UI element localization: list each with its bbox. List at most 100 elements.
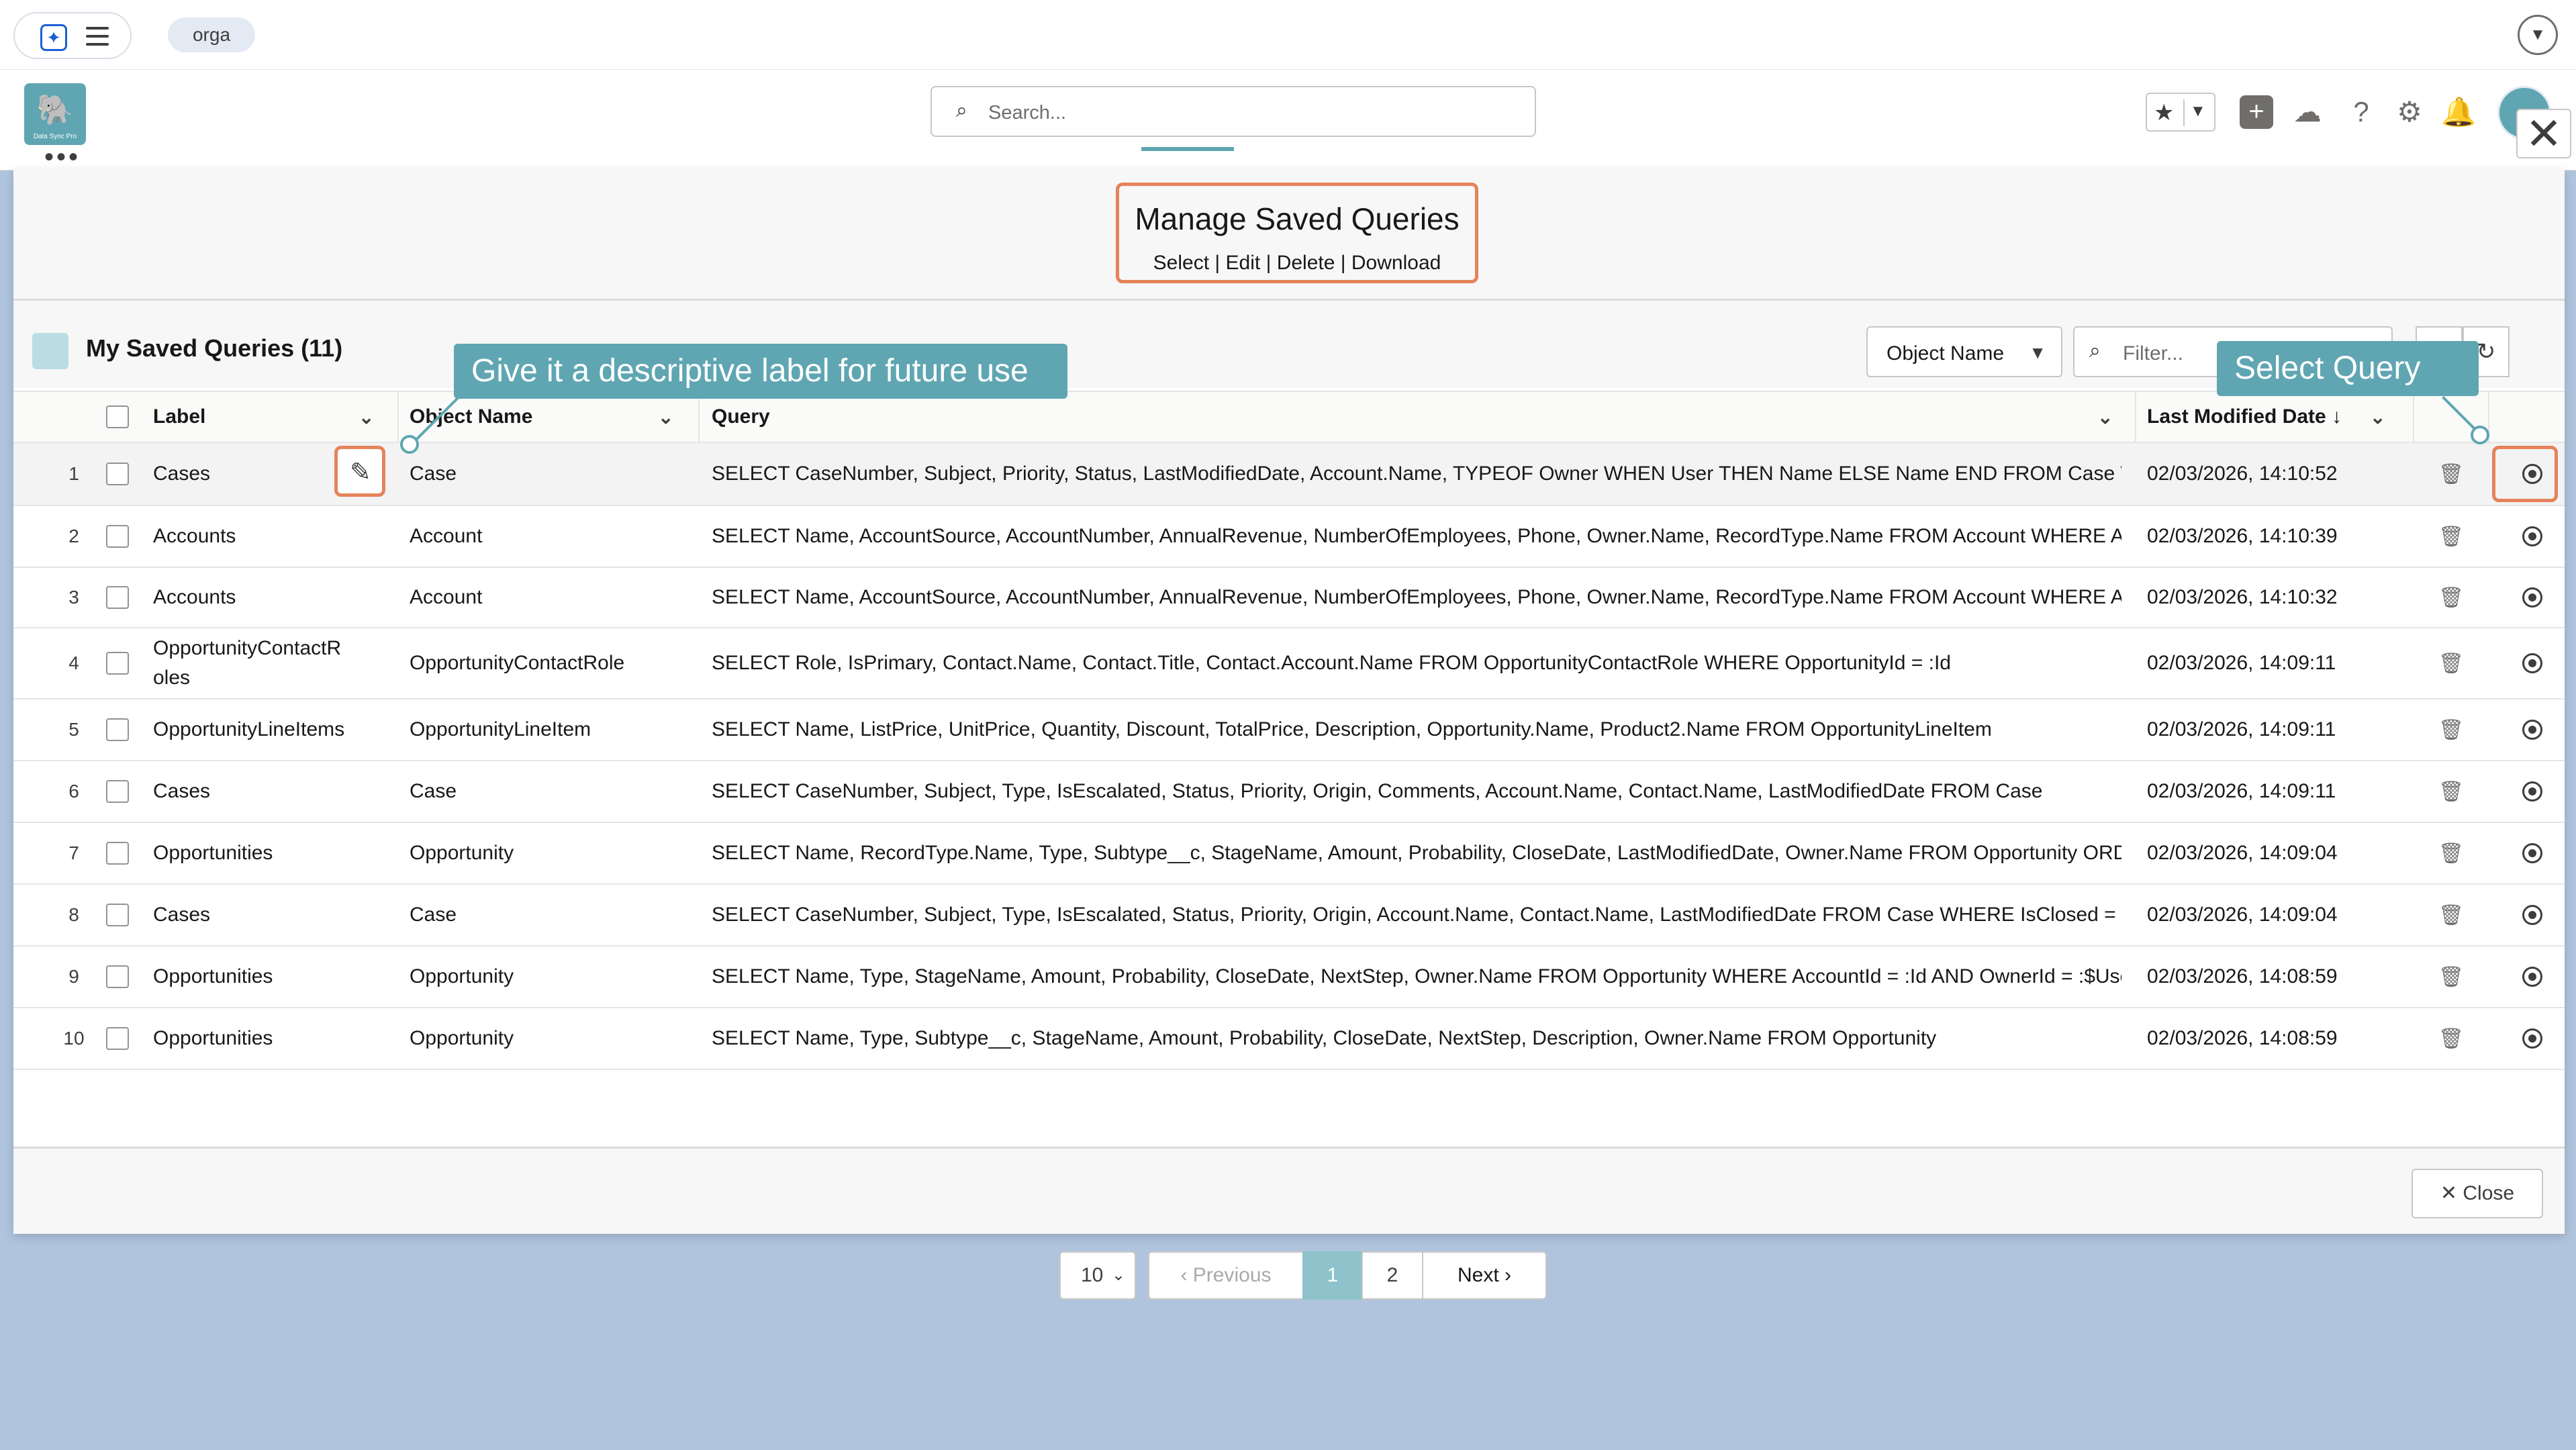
help-icon[interactable]: ? xyxy=(2344,95,2378,129)
row-number: 3 xyxy=(68,587,79,608)
next-page-button[interactable]: Next › xyxy=(1422,1251,1547,1300)
bell-icon[interactable]: 🔔 xyxy=(2441,95,2476,129)
column-label[interactable]: Label xyxy=(153,392,381,442)
table-row[interactable]: 8 Cases Case SELECT CaseNumber, Subject,… xyxy=(13,885,2565,947)
sparkle-icon: ✦ xyxy=(40,24,67,51)
add-icon[interactable]: + xyxy=(2240,95,2273,129)
action-select: Select xyxy=(1153,252,1210,274)
search-focus-bar xyxy=(1141,147,1234,151)
chevron-down-icon[interactable]: ▼ xyxy=(2518,15,2558,55)
cloud-icon[interactable]: ☁ xyxy=(2291,95,2324,129)
trash-icon[interactable]: 🗑 xyxy=(2428,761,2475,822)
row-checkbox[interactable] xyxy=(106,652,129,675)
row-query: SELECT Name, AccountSource, AccountNumbe… xyxy=(712,525,2121,547)
table-row[interactable]: 2 Accounts Account SELECT Name, AccountS… xyxy=(13,506,2565,568)
row-label: Accounts xyxy=(153,525,236,547)
table-row[interactable]: 6 Cases Case SELECT CaseNumber, Subject,… xyxy=(13,761,2565,823)
row-query: SELECT Name, Type, Subtype__c, StageName… xyxy=(712,1027,1937,1049)
column-object-name[interactable]: Object Name xyxy=(410,392,665,442)
trash-icon[interactable]: 🗑 xyxy=(2428,1008,2475,1069)
previous-page-button[interactable]: ‹ Previous xyxy=(1148,1251,1304,1300)
trash-icon[interactable]: 🗑 xyxy=(2428,568,2475,627)
trash-icon[interactable]: 🗑 xyxy=(2428,823,2475,883)
app-header: 🐘 Data Sync Pro ⌕ Search... ★ ▼ + ☁ ? ⚙ 🔔 xyxy=(0,70,2576,171)
page-1-button[interactable]: 1 xyxy=(1302,1251,1363,1300)
row-number: 2 xyxy=(68,526,79,546)
trash-icon[interactable]: 🗑 xyxy=(2428,947,2475,1007)
hamburger-menu-icon[interactable] xyxy=(86,27,109,46)
row-number: 5 xyxy=(68,719,79,740)
row-number: 8 xyxy=(68,904,79,925)
page-size-select[interactable]: 10 ⌄ xyxy=(1059,1251,1136,1300)
chevron-down-icon[interactable]: ⌄ xyxy=(2097,392,2113,442)
pencil-icon: ✎ xyxy=(350,458,371,487)
trash-icon[interactable]: 🗑 xyxy=(2428,506,2475,567)
select-query-radio[interactable] xyxy=(2522,587,2542,608)
select-query-radio[interactable] xyxy=(2522,526,2542,546)
row-label: Cases xyxy=(153,780,211,802)
trash-icon[interactable]: 🗑 xyxy=(2428,699,2475,760)
app-launcher[interactable]: ✦ xyxy=(13,12,132,59)
row-label: Opportunities xyxy=(153,965,273,987)
org-pill[interactable]: orga xyxy=(168,17,255,52)
row-checkbox[interactable] xyxy=(106,525,129,548)
row-last-modified: 02/03/2026, 14:09:04 xyxy=(2147,842,2338,864)
row-last-modified: 02/03/2026, 14:09:04 xyxy=(2147,904,2338,926)
row-query: SELECT CaseNumber, Subject, Priority, St… xyxy=(712,463,2121,485)
table-row[interactable]: 5 OpportunityLineItems OpportunityLineIt… xyxy=(13,699,2565,761)
table-row[interactable]: 3 Accounts Account SELECT Name, AccountS… xyxy=(13,568,2565,628)
gear-icon[interactable]: ⚙ xyxy=(2393,95,2426,129)
row-checkbox[interactable] xyxy=(106,586,129,609)
select-query-radio[interactable] xyxy=(2522,781,2542,802)
table-header: Label ⌄ Object Name ⌄ Query ⌄ Last Modif… xyxy=(13,391,2565,443)
chevron-down-icon[interactable]: ⌄ xyxy=(2370,392,2385,442)
callout-anchor xyxy=(400,435,419,454)
row-checkbox[interactable] xyxy=(106,780,129,803)
row-label: Opportunities xyxy=(153,842,273,864)
row-checkbox[interactable] xyxy=(106,904,129,926)
row-checkbox[interactable] xyxy=(106,1027,129,1050)
trash-icon[interactable]: 🗑 xyxy=(2428,885,2475,945)
search-icon: ⌕ xyxy=(2089,340,2101,362)
chevron-down-icon[interactable]: ⌄ xyxy=(359,392,374,442)
table-row[interactable]: 4 OpportunityContactR oles OpportunityCo… xyxy=(13,628,2565,699)
close-icon[interactable]: ✕ xyxy=(2516,109,2571,158)
table-row[interactable]: 1 Cases Case SELECT CaseNumber, Subject,… xyxy=(13,443,2565,506)
row-checkbox[interactable] xyxy=(106,842,129,865)
table-row[interactable]: 9 Opportunities Opportunity SELECT Name,… xyxy=(13,947,2565,1008)
column-last-modified[interactable]: Last Modified Date ↓ xyxy=(2147,392,2362,442)
row-object-name: OpportunityContactRole xyxy=(410,652,625,674)
row-number: 9 xyxy=(68,966,79,987)
select-query-radio[interactable] xyxy=(2522,1028,2542,1049)
row-label: OpportunityLineItems xyxy=(153,718,345,740)
trash-icon[interactable]: 🗑 xyxy=(2428,628,2475,698)
row-query: SELECT CaseNumber, Subject, Type, IsEsca… xyxy=(712,780,2043,802)
edit-label-button[interactable]: ✎ xyxy=(334,446,385,497)
select-query-radio[interactable] xyxy=(2522,653,2542,673)
table-row[interactable]: 7 Opportunities Opportunity SELECT Name,… xyxy=(13,823,2565,885)
row-label: Cases xyxy=(153,904,211,926)
action-edit: Edit xyxy=(1225,252,1261,274)
select-query-radio[interactable] xyxy=(2522,720,2542,740)
close-button[interactable]: ✕ Close xyxy=(2412,1169,2543,1218)
more-icon[interactable]: ••• xyxy=(44,144,81,171)
favorites-button[interactable]: ★ ▼ xyxy=(2146,93,2215,132)
chevron-down-icon[interactable]: ⌄ xyxy=(658,392,673,442)
callout-anchor xyxy=(2471,426,2489,444)
row-checkbox[interactable] xyxy=(106,965,129,988)
page-2-button[interactable]: 2 xyxy=(1362,1251,1423,1300)
table-row[interactable]: 10 Opportunities Opportunity SELECT Name… xyxy=(13,1008,2565,1070)
column-query[interactable]: Query xyxy=(712,392,913,442)
row-object-name: Opportunity xyxy=(410,1027,514,1049)
select-query-radio[interactable] xyxy=(2522,843,2542,863)
global-search[interactable]: ⌕ Search... xyxy=(931,86,1536,137)
row-checkbox[interactable] xyxy=(106,463,129,485)
chevron-down-icon: ⌄ xyxy=(1111,1266,1125,1284)
trash-icon[interactable]: 🗑 xyxy=(2428,443,2475,505)
select-query-radio[interactable] xyxy=(2522,905,2542,925)
select-all-checkbox[interactable] xyxy=(106,405,129,428)
object-name-select[interactable]: Object Name ▼ xyxy=(1866,326,2062,377)
select-query-radio[interactable] xyxy=(2522,967,2542,987)
row-checkbox[interactable] xyxy=(106,718,129,741)
search-input[interactable]: Search... xyxy=(988,102,1066,124)
